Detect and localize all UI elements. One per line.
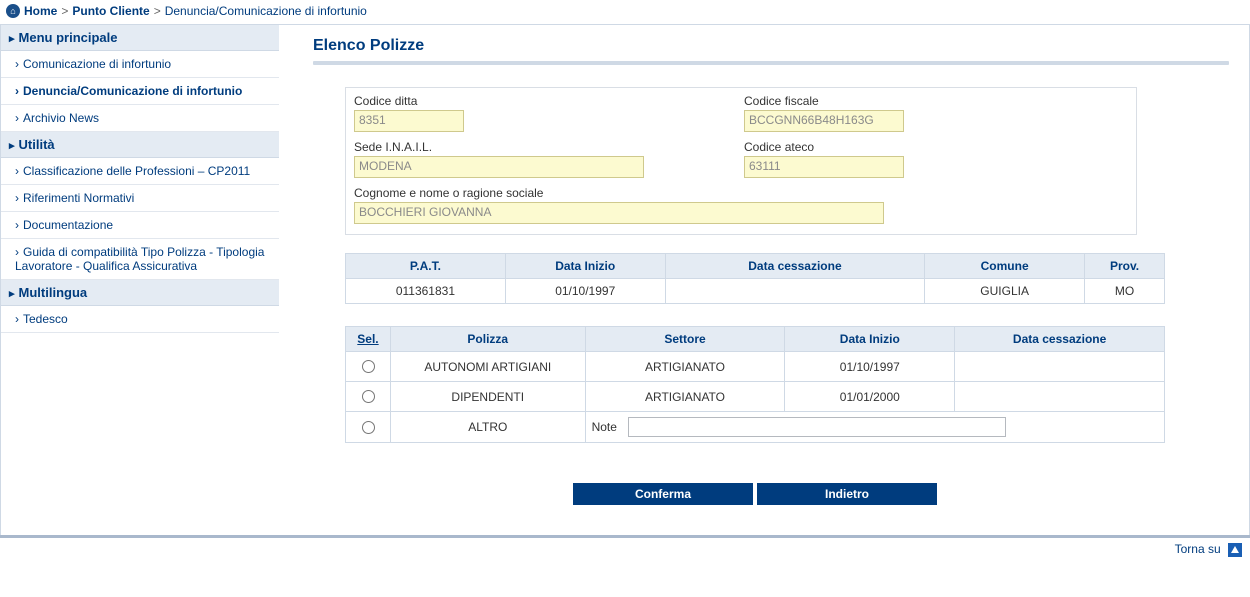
- pat-row: 011361831 01/10/1997 GUIGLIA MO: [346, 279, 1165, 304]
- polizze-row: ALTRO Note: [346, 412, 1165, 443]
- polizze-th-polizza: Polizza: [390, 327, 585, 352]
- pat-cell-data-cessazione: [665, 279, 925, 304]
- sidebar-item-classificazione[interactable]: Classificazione delle Professioni – CP20…: [1, 158, 279, 185]
- note-input[interactable]: [628, 417, 1006, 437]
- sidebar-item-comunicazione[interactable]: Comunicazione di infortunio: [1, 51, 279, 78]
- polizze-th-data-inizio: Data Inizio: [785, 327, 955, 352]
- confirm-button[interactable]: Conferma: [573, 483, 753, 505]
- pat-th-pat: P.A.T.: [346, 254, 506, 279]
- field-codice-ditta: 8351: [354, 110, 464, 132]
- label-ragione: Cognome e nome o ragione sociale: [354, 186, 1128, 202]
- pat-cell-pat: 011361831: [346, 279, 506, 304]
- polizze-cell-data-inizio: 01/01/2000: [785, 382, 955, 412]
- breadcrumb-home[interactable]: Home: [24, 4, 57, 18]
- sidebar-section-main: Menu principale: [1, 25, 279, 51]
- field-codice-ateco: 63111: [744, 156, 904, 178]
- sidebar-item-guida[interactable]: Guida di compatibilità Tipo Polizza - Ti…: [1, 239, 279, 280]
- label-codice-fiscale: Codice fiscale: [744, 94, 1128, 110]
- breadcrumb-level2: Denuncia/Comunicazione di infortunio: [165, 4, 367, 18]
- polizze-cell-polizza: ALTRO: [390, 412, 585, 443]
- pat-th-data-cessazione: Data cessazione: [665, 254, 925, 279]
- pat-cell-data-inizio: 01/10/1997: [505, 279, 665, 304]
- label-codice-ditta: Codice ditta: [354, 94, 734, 110]
- pat-table: P.A.T. Data Inizio Data cessazione Comun…: [345, 253, 1165, 304]
- breadcrumb-separator: >: [61, 4, 68, 18]
- polizze-cell-polizza: AUTONOMI ARTIGIANI: [390, 352, 585, 382]
- polizze-th-settore: Settore: [585, 327, 785, 352]
- back-to-top-link[interactable]: Torna su: [1175, 542, 1221, 556]
- pat-th-prov: Prov.: [1085, 254, 1165, 279]
- polizze-radio-2[interactable]: [362, 421, 375, 434]
- sidebar-item-archivio-news[interactable]: Archivio News: [1, 105, 279, 132]
- pat-cell-comune: GUIGLIA: [925, 279, 1085, 304]
- company-info-box: Codice ditta 8351 Codice fiscale BCCGNN6…: [345, 87, 1137, 235]
- label-sede: Sede I.N.A.I.L.: [354, 140, 734, 156]
- polizze-radio-1[interactable]: [362, 390, 375, 403]
- field-ragione: BOCCHIERI GIOVANNA: [354, 202, 884, 224]
- polizze-cell-data-cessazione: [955, 382, 1165, 412]
- polizze-cell-settore: ARTIGIANATO: [585, 352, 785, 382]
- polizze-cell-data-cessazione: [955, 352, 1165, 382]
- sidebar-item-documentazione[interactable]: Documentazione: [1, 212, 279, 239]
- field-sede: MODENA: [354, 156, 644, 178]
- polizze-row: AUTONOMI ARTIGIANI ARTIGIANATO 01/10/199…: [346, 352, 1165, 382]
- main: Elenco Polizze Codice ditta 8351 Codice …: [279, 25, 1249, 535]
- polizze-cell-polizza: DIPENDENTI: [390, 382, 585, 412]
- button-row: Conferma Indietro: [345, 483, 1165, 505]
- page-title: Elenco Polizze: [313, 33, 1229, 59]
- polizze-cell-settore: ARTIGIANATO: [585, 382, 785, 412]
- polizze-th-sel: Sel.: [346, 327, 391, 352]
- sidebar-section-utilita: Utilità: [1, 132, 279, 158]
- field-codice-fiscale: BCCGNN66B48H163G: [744, 110, 904, 132]
- footer: Torna su: [0, 535, 1250, 563]
- breadcrumb-separator: >: [154, 4, 161, 18]
- breadcrumb-level1[interactable]: Punto Cliente: [72, 4, 149, 18]
- sidebar-section-multilingua: Multilingua: [1, 280, 279, 306]
- label-codice-ateco: Codice ateco: [744, 140, 1128, 156]
- pat-cell-prov: MO: [1085, 279, 1165, 304]
- polizze-th-data-cessazione: Data cessazione: [955, 327, 1165, 352]
- back-button[interactable]: Indietro: [757, 483, 937, 505]
- note-label: Note: [592, 420, 617, 434]
- title-rule: [313, 61, 1229, 65]
- polizze-cell-data-inizio: 01/10/1997: [785, 352, 955, 382]
- sidebar-item-denuncia[interactable]: Denuncia/Comunicazione di infortunio: [1, 78, 279, 105]
- sidebar-item-riferimenti[interactable]: Riferimenti Normativi: [1, 185, 279, 212]
- sidebar: Menu principale Comunicazione di infortu…: [1, 25, 279, 333]
- polizze-radio-0[interactable]: [362, 360, 375, 373]
- pat-th-comune: Comune: [925, 254, 1085, 279]
- arrow-up-icon[interactable]: [1228, 543, 1242, 557]
- pat-th-data-inizio: Data Inizio: [505, 254, 665, 279]
- polizze-row: DIPENDENTI ARTIGIANATO 01/01/2000: [346, 382, 1165, 412]
- sidebar-item-tedesco[interactable]: Tedesco: [1, 306, 279, 333]
- polizze-table: Sel. Polizza Settore Data Inizio Data ce…: [345, 326, 1165, 443]
- breadcrumb: ⌂ Home > Punto Cliente > Denuncia/Comuni…: [0, 0, 1250, 24]
- home-icon[interactable]: ⌂: [6, 4, 20, 18]
